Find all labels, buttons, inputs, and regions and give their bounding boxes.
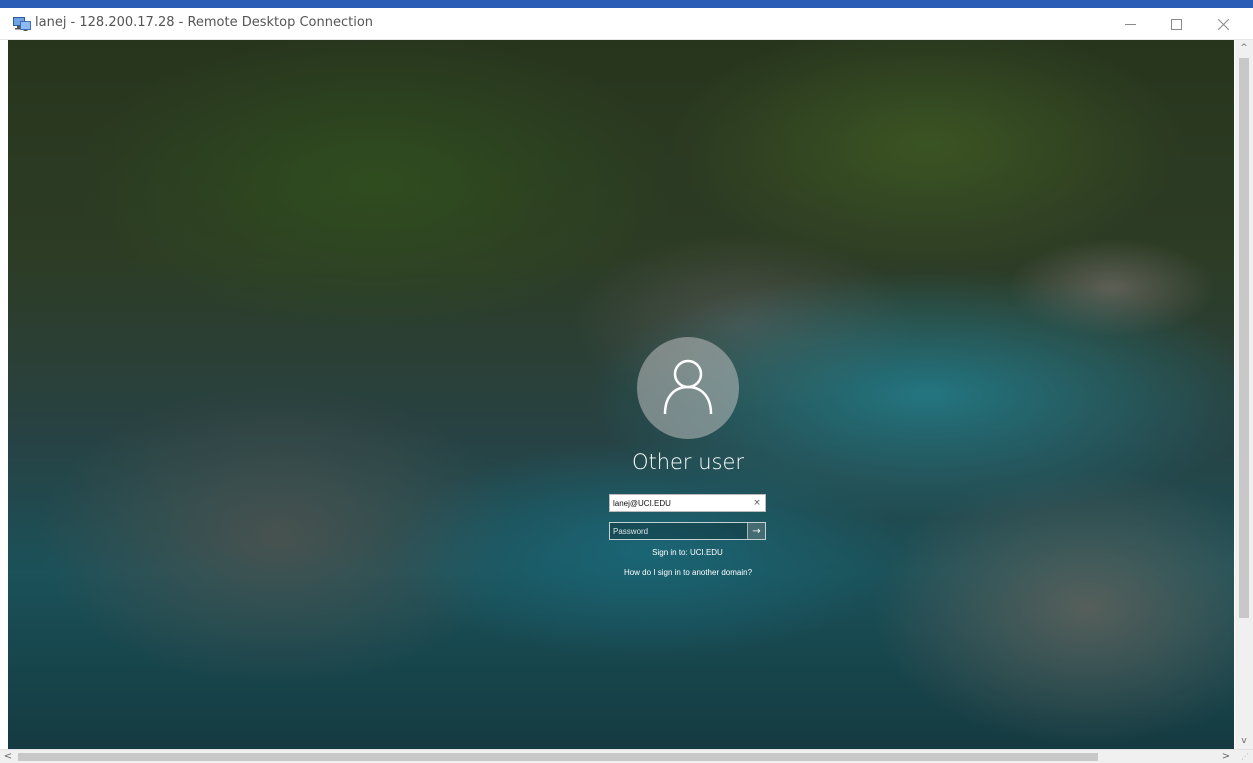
user-avatar	[637, 337, 739, 439]
maximize-button[interactable]	[1153, 8, 1199, 40]
clear-input-icon[interactable]: ×	[749, 495, 765, 511]
login-panel: Other user lanej@UCI.EDU × Password → Si…	[8, 40, 1234, 749]
scroll-left-button[interactable]: <	[0, 750, 16, 763]
window-top-edge	[0, 0, 1253, 8]
horizontal-scroll-thumb[interactable]	[18, 753, 1098, 761]
user-display-name: Other user	[631, 450, 745, 474]
horizontal-scrollbar[interactable]: < > ⋰	[0, 749, 1253, 763]
password-placeholder: Password	[613, 526, 649, 536]
password-input[interactable]: Password →	[609, 522, 766, 540]
scroll-up-button[interactable]: ^	[1235, 40, 1253, 56]
user-icon	[661, 356, 715, 420]
other-domain-link[interactable]: How do I sign in to another domain?	[588, 568, 788, 577]
title-bar[interactable]: lanej - 128.200.17.28 - Remote Desktop C…	[0, 8, 1253, 40]
close-icon	[1217, 18, 1229, 30]
resize-grip-icon[interactable]: ⋰	[1241, 752, 1251, 762]
remote-desktop-icon	[12, 15, 32, 33]
username-value: lanej@UCI.EDU	[613, 498, 671, 508]
submit-arrow-button[interactable]: →	[747, 523, 765, 539]
vertical-scrollbar[interactable]: ^ v	[1235, 40, 1253, 749]
window-title: lanej - 128.200.17.28 - Remote Desktop C…	[35, 15, 374, 30]
minimize-icon	[1124, 19, 1136, 30]
scroll-right-button[interactable]: >	[1218, 750, 1234, 763]
minimize-button[interactable]	[1107, 8, 1153, 40]
username-input[interactable]: lanej@UCI.EDU ×	[609, 494, 766, 512]
sign-in-domain-label: Sign in to: UCI.EDU	[652, 548, 723, 557]
vertical-scroll-thumb[interactable]	[1239, 58, 1249, 618]
close-button[interactable]	[1200, 8, 1246, 40]
scroll-down-button[interactable]: v	[1235, 733, 1253, 749]
maximize-icon	[1170, 18, 1182, 30]
remote-desktop-view[interactable]: Other user lanej@UCI.EDU × Password → Si…	[8, 40, 1234, 749]
